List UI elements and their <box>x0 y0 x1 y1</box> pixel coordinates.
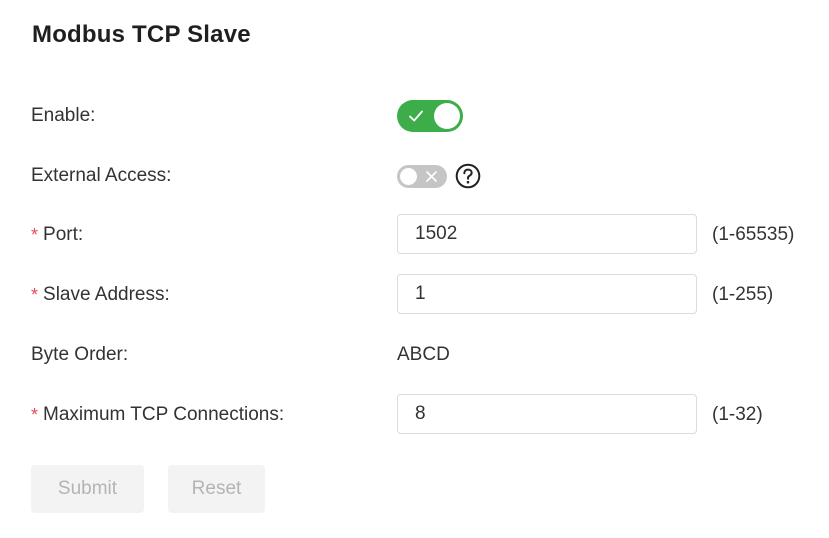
max-tcp-connections-range-hint: (1-32) <box>712 404 763 425</box>
form-row-external-access: External Access: <box>0 156 829 196</box>
slave-address-input[interactable] <box>397 274 697 314</box>
close-icon <box>426 171 437 182</box>
page-title: Modbus TCP Slave <box>32 21 251 48</box>
enable-label: Enable: <box>31 105 96 126</box>
port-input[interactable] <box>397 214 697 254</box>
form-row-enable: Enable: <box>0 96 829 136</box>
submit-button[interactable]: Submit <box>31 465 144 513</box>
required-marker: * <box>31 405 39 425</box>
form-row-slave-address: *Slave Address: (1-255) <box>0 274 829 314</box>
max-tcp-connections-label-wrap: * Maximum TCP Connections: <box>31 394 284 434</box>
port-label: Port: <box>43 224 84 245</box>
check-icon <box>409 110 423 122</box>
port-range-hint: (1-65535) <box>712 224 795 245</box>
form-row-byte-order: Byte Order: ABCD <box>0 335 829 375</box>
max-tcp-connections-input[interactable] <box>397 394 697 434</box>
form-row-port: *Port: (1-65535) <box>0 214 829 254</box>
form-row-max-tcp-connections: *Maximum TCP Connections: (1-32) <box>0 394 829 434</box>
reset-button[interactable]: Reset <box>168 465 265 513</box>
switch-knob <box>400 168 417 185</box>
enable-switch[interactable] <box>397 100 463 132</box>
slave-address-range-hint: (1-255) <box>712 284 774 305</box>
switch-knob <box>434 103 460 129</box>
external-access-label: External Access: <box>31 165 172 186</box>
question-circle-icon[interactable] <box>455 163 481 189</box>
byte-order-value: ABCD <box>397 344 450 365</box>
slave-address-label: Slave Address: <box>43 284 170 305</box>
max-tcp-connections-label: Maximum TCP Connections: <box>43 404 285 425</box>
port-label-wrap: * Port: <box>31 214 83 254</box>
slave-address-label-wrap: * Slave Address: <box>31 274 170 314</box>
external-access-switch[interactable] <box>397 165 447 188</box>
byte-order-label: Byte Order: <box>31 344 129 365</box>
required-marker: * <box>31 285 39 305</box>
required-marker: * <box>31 225 39 245</box>
